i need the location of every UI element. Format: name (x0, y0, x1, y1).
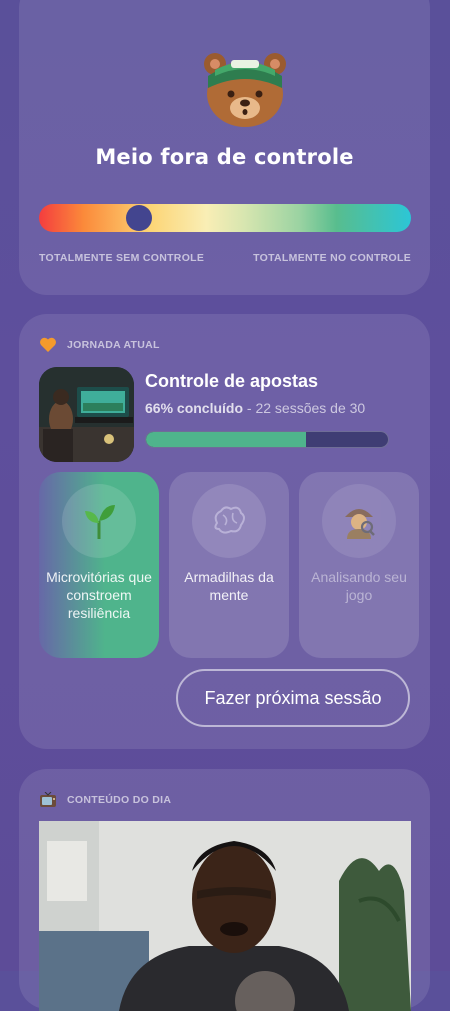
seedling-icon (62, 484, 136, 558)
next-session-button[interactable]: Fazer próxima sessão (176, 669, 410, 727)
content-section-header: CONTEÚDO DO DIA (39, 791, 171, 809)
sessions-count: - 22 sessões de 30 (243, 400, 366, 416)
daily-video-thumbnail[interactable] (39, 821, 411, 1011)
section-label: CONTEÚDO DO DIA (67, 794, 172, 806)
journey-progress-fill (146, 432, 306, 447)
daily-content-card: CONTEÚDO DO DIA (19, 769, 430, 1011)
journey-section-header: JORNADA ATUAL (39, 336, 160, 354)
slider-labels: TOTALMENTE SEM CONTROLE TOTALMENTE NO CO… (39, 252, 411, 264)
percent-complete: 66% concluído (145, 400, 244, 416)
label-full-control: TOTALMENTE NO CONTROLE (253, 252, 411, 264)
journey-progress-bar (145, 431, 389, 448)
brain-icon (192, 484, 266, 558)
current-journey-card: JORNADA ATUAL Controle de apostas 66% co… (19, 314, 430, 749)
journey-thumbnail[interactable] (39, 367, 134, 462)
label-no-control: TOTALMENTE SEM CONTROLE (39, 252, 205, 264)
session-label: Analisando seu jogo (311, 569, 407, 603)
mood-card: Meio fora de controle TOTALMENTE SEM CON… (19, 0, 430, 295)
journey-progress-text: 66% concluído - 22 sessões de 30 (145, 400, 365, 416)
mood-title: Meio fora de controle (95, 145, 354, 169)
journey-title: Controle de apostas (145, 371, 319, 391)
session-card[interactable]: Armadilhas da mente (169, 472, 289, 658)
mood-slider-thumb[interactable] (126, 205, 153, 231)
session-label: Microvitórias que constroem resiliência (46, 569, 152, 621)
session-label: Armadilhas da mente (184, 569, 274, 603)
section-label: JORNADA ATUAL (67, 339, 160, 351)
detective-icon (322, 484, 396, 558)
orange-heart-icon (39, 336, 57, 354)
session-card[interactable]: Microvitórias que constroem resiliência (39, 472, 159, 658)
bear-with-headband-icon (204, 53, 286, 127)
session-card[interactable]: Analisando seu jogo (299, 472, 419, 658)
tv-icon (39, 791, 57, 809)
sessions-carousel[interactable]: Microvitórias que constroem resiliência … (39, 472, 430, 658)
mood-slider[interactable] (39, 204, 411, 232)
